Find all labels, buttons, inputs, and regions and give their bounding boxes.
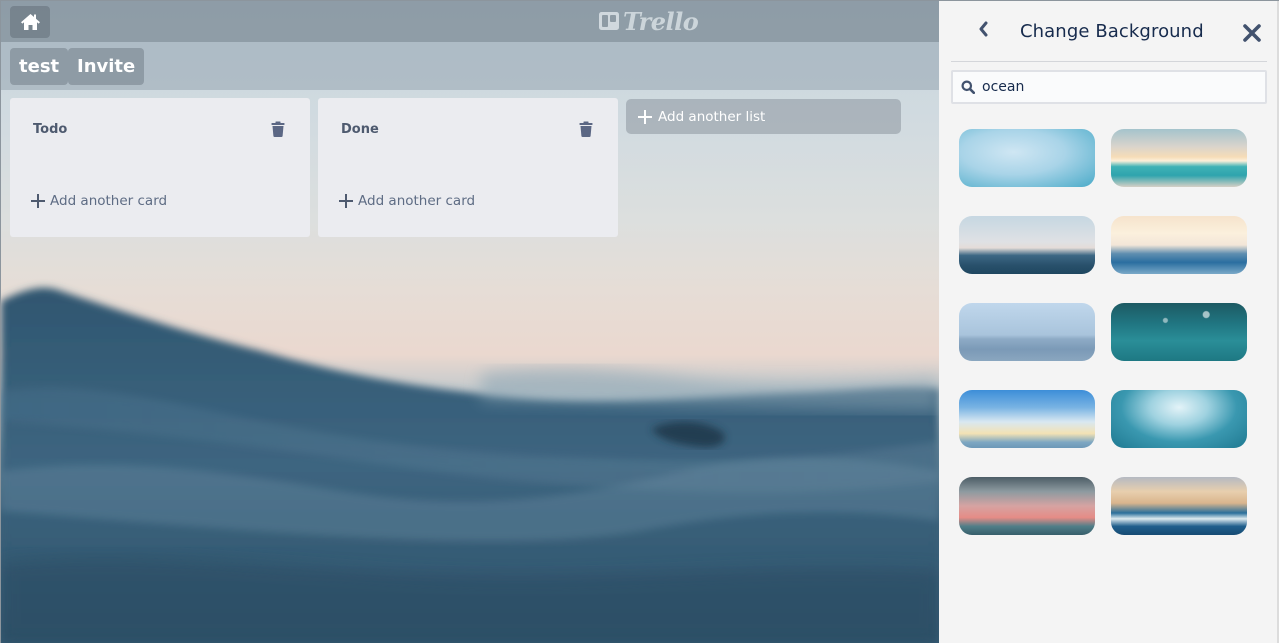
list-done: Done Add another card	[318, 98, 618, 237]
background-thumbnail[interactable]	[1111, 129, 1247, 187]
trash-icon[interactable]	[271, 121, 285, 137]
photo-search-field[interactable]	[951, 70, 1267, 104]
background-thumbnail[interactable]	[959, 390, 1095, 448]
plus-icon	[638, 109, 652, 124]
background-thumbnails	[959, 129, 1247, 535]
background-thumbnail[interactable]	[959, 216, 1095, 274]
background-thumbnail[interactable]	[1111, 216, 1247, 274]
list-todo: Todo Add another card	[10, 98, 310, 237]
background-thumbnail[interactable]	[1111, 303, 1247, 361]
change-background-panel: Change Background	[939, 1, 1279, 643]
home-button[interactable]	[10, 6, 50, 38]
add-card-button[interactable]: Add another card	[31, 193, 167, 209]
photo-search-input[interactable]	[982, 79, 1252, 95]
panel-title: Change Background	[1020, 21, 1204, 42]
background-thumbnail[interactable]	[959, 303, 1095, 361]
chevron-left-icon	[979, 21, 988, 37]
add-list-button[interactable]: Add another list	[626, 99, 901, 134]
background-thumbnail[interactable]	[1111, 390, 1247, 448]
home-icon	[20, 14, 40, 30]
plus-icon	[339, 194, 353, 208]
close-icon[interactable]	[1242, 23, 1262, 43]
list-title[interactable]: Done	[341, 122, 379, 137]
search-icon	[961, 80, 975, 94]
trash-icon[interactable]	[579, 121, 593, 137]
top-nav-bar: Trello	[1, 1, 939, 42]
panel-divider	[951, 61, 1267, 62]
back-button[interactable]	[975, 19, 991, 39]
background-thumbnail[interactable]	[959, 477, 1095, 535]
background-thumbnail[interactable]	[959, 129, 1095, 187]
plus-icon	[31, 194, 45, 208]
add-card-label: Add another card	[358, 193, 476, 209]
trello-logo: Trello	[598, 6, 699, 36]
logo-text: Trello	[623, 6, 699, 36]
list-title[interactable]: Todo	[33, 122, 67, 137]
trello-board-icon	[599, 12, 619, 30]
invite-button[interactable]: Invite	[68, 48, 145, 85]
add-list-label: Add another list	[658, 108, 766, 125]
add-card-button[interactable]: Add another card	[339, 193, 475, 209]
board-name-button[interactable]: test	[10, 48, 69, 85]
background-thumbnail[interactable]	[1111, 477, 1247, 535]
board-header: test Invite	[1, 42, 939, 90]
add-card-label: Add another card	[50, 193, 168, 209]
